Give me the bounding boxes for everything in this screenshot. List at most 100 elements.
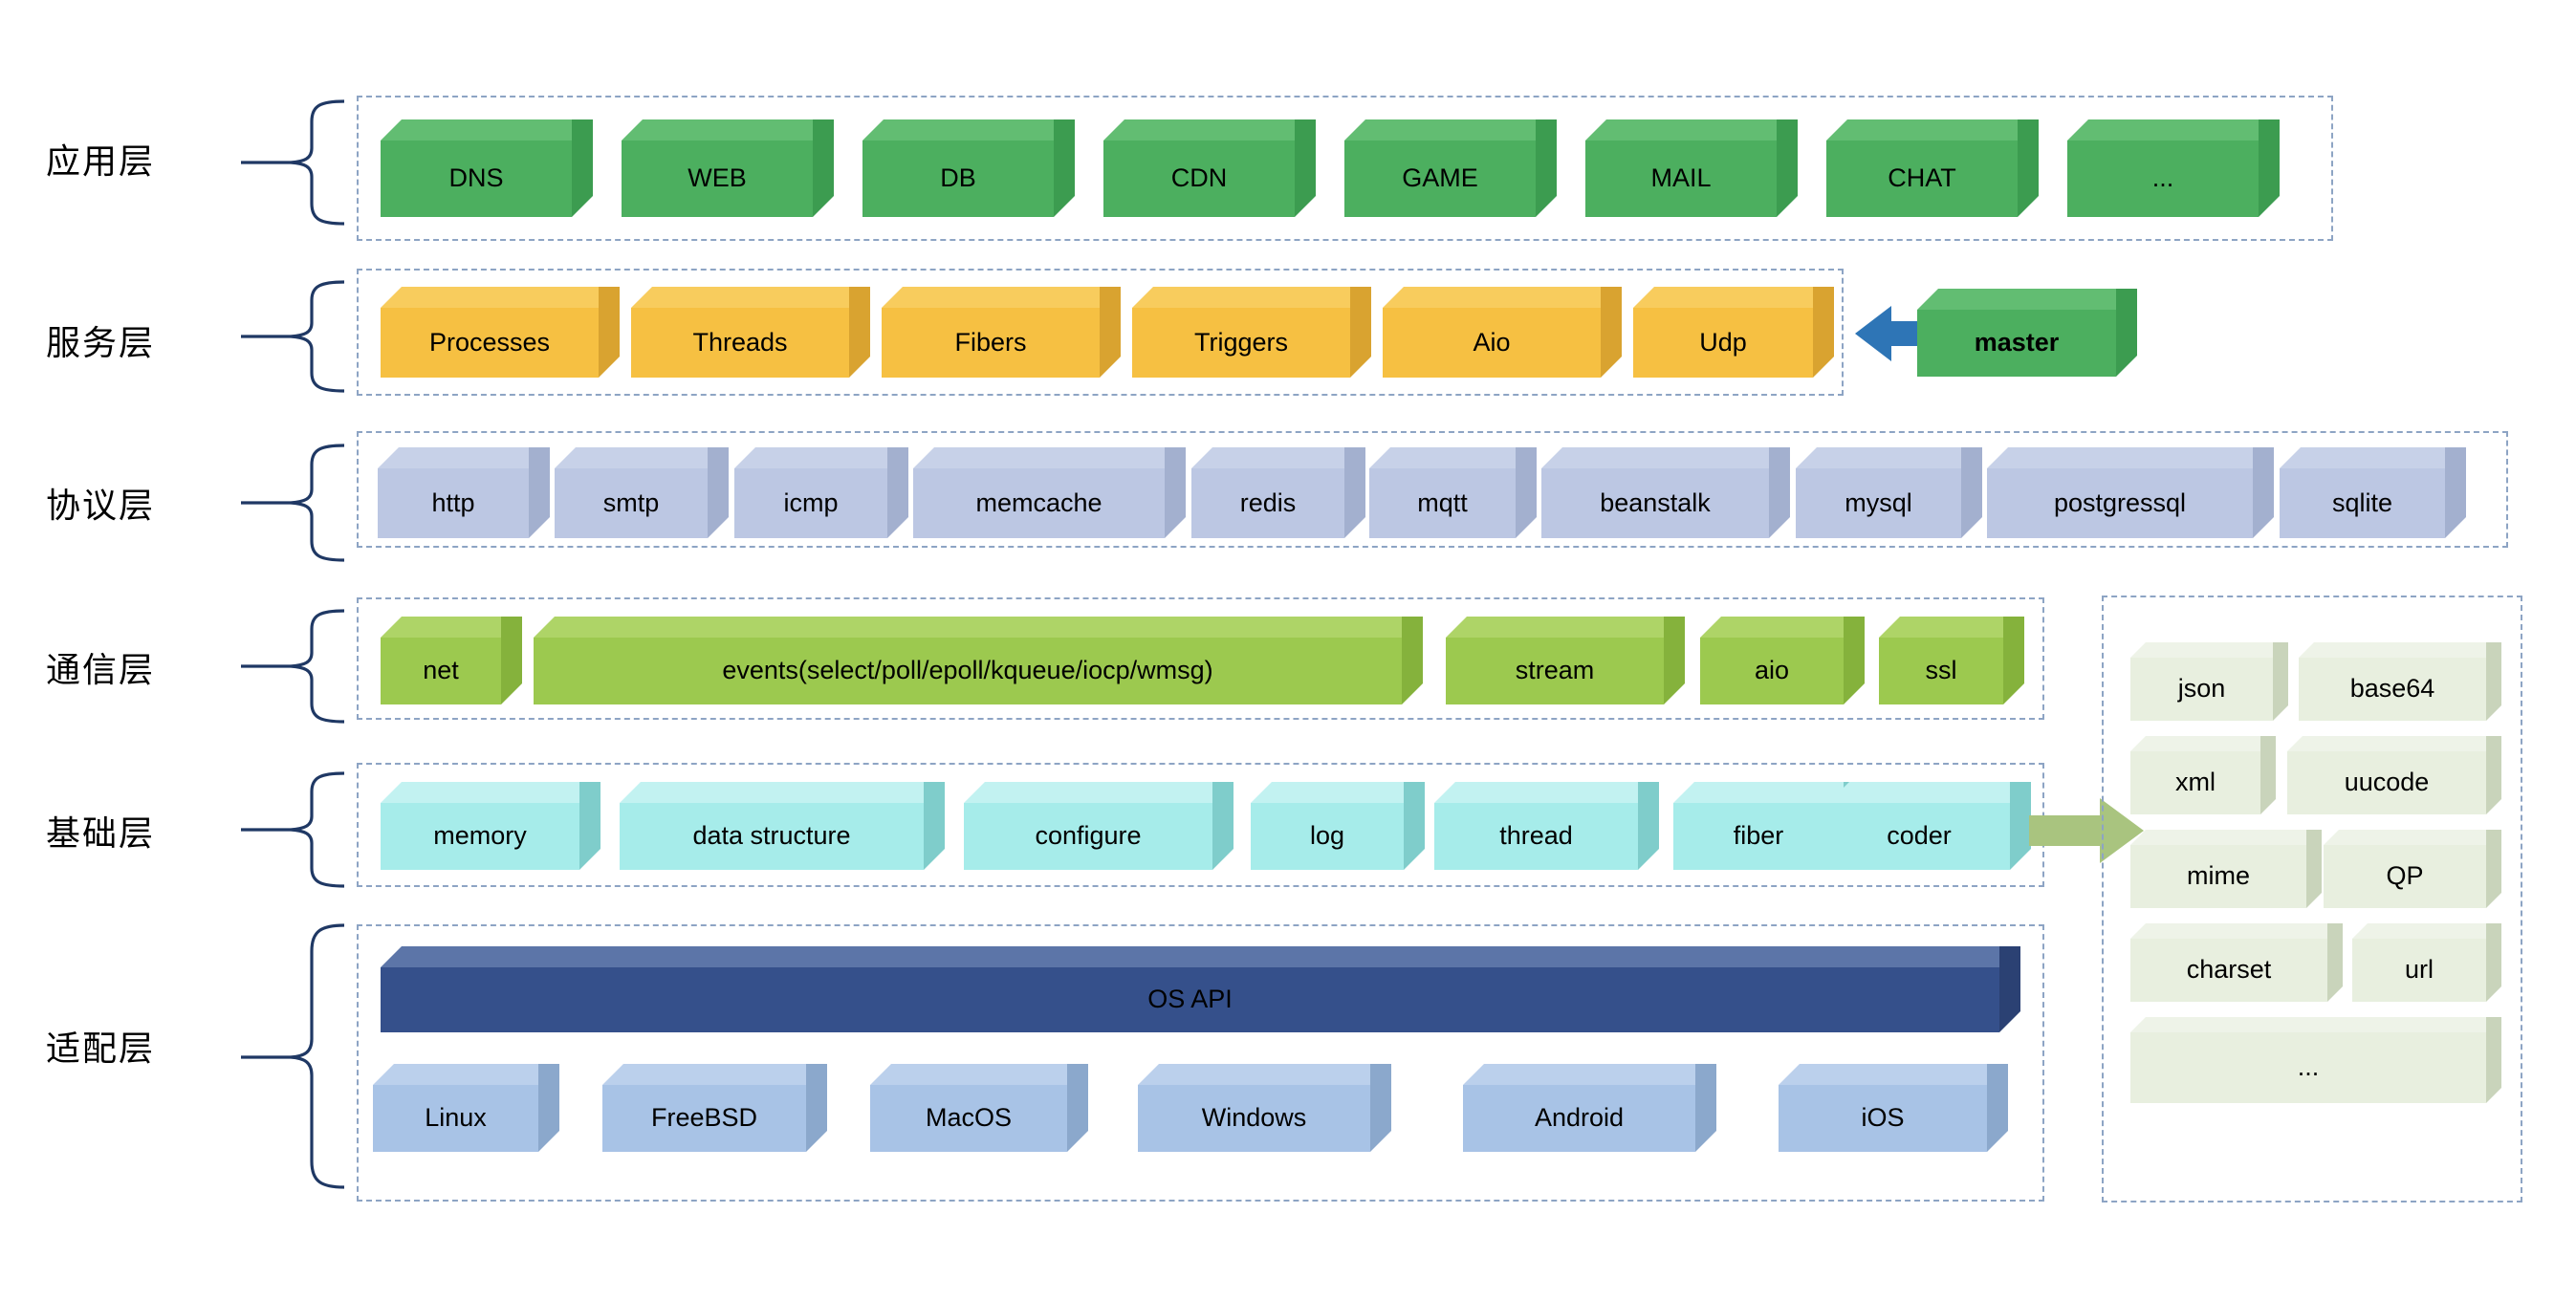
box-label: OS API (381, 967, 1999, 1032)
box-icmp[interactable]: icmp (734, 447, 908, 538)
box-triggers[interactable]: Triggers (1132, 287, 1371, 378)
box-log[interactable]: log (1251, 782, 1425, 870)
box-label: Udp (1633, 308, 1813, 378)
box-top-face (1541, 447, 1790, 468)
box-data-structure[interactable]: data structure (620, 782, 945, 870)
box-side-face (538, 1064, 559, 1152)
box-side-face (1999, 946, 2020, 1032)
box-app-more[interactable]: ... (2067, 119, 2280, 217)
box-threads[interactable]: Threads (631, 287, 870, 378)
layer-label-protocol: 协议层 (46, 486, 156, 525)
box-http[interactable]: http (378, 447, 550, 538)
box-side-face (2018, 119, 2039, 217)
box-label: memory (381, 803, 579, 870)
box-ios[interactable]: iOS (1779, 1064, 2008, 1152)
box-memory[interactable]: memory (381, 782, 600, 870)
box-stream[interactable]: stream (1446, 617, 1685, 704)
box-top-face (1633, 287, 1834, 308)
box-redis[interactable]: redis (1191, 447, 1365, 538)
box-game[interactable]: GAME (1344, 119, 1557, 217)
box-windows[interactable]: Windows (1138, 1064, 1391, 1152)
box-label: aio (1700, 638, 1844, 704)
box-label: Fibers (882, 308, 1100, 378)
box-top-face (2130, 642, 2288, 658)
box-top-face (882, 287, 1121, 308)
layer-label-application: 应用层 (46, 141, 156, 181)
box-label: CDN (1103, 141, 1295, 217)
box-json[interactable]: json (2130, 642, 2288, 721)
box-dns[interactable]: DNS (381, 119, 593, 217)
box-top-face (381, 287, 620, 308)
box-side-face (2003, 617, 2024, 704)
box-top-face (1369, 447, 1537, 468)
box-chat[interactable]: CHAT (1826, 119, 2039, 217)
box-coder[interactable]: coder (1828, 782, 2031, 870)
box-db[interactable]: DB (862, 119, 1075, 217)
box-memcache[interactable]: memcache (913, 447, 1186, 538)
box-top-face (381, 946, 2020, 967)
box-side-face (599, 287, 620, 378)
box-label: MAIL (1585, 141, 1777, 217)
box-beanstalk[interactable]: beanstalk (1541, 447, 1790, 538)
box-label: MacOS (870, 1085, 1067, 1152)
box-xml[interactable]: xml (2130, 736, 2276, 814)
box-top-face (1446, 617, 1685, 638)
box-top-face (913, 447, 1186, 468)
box-label: sqlite (2280, 468, 2445, 538)
box-url[interactable]: url (2352, 923, 2501, 1002)
box-configure[interactable]: configure (964, 782, 1233, 870)
box-label: fiber (1673, 803, 1844, 870)
box-master[interactable]: master (1917, 289, 2137, 377)
box-side-face (1404, 782, 1425, 870)
box-mqtt[interactable]: mqtt (1369, 447, 1537, 538)
box-os-api[interactable]: OS API (381, 946, 2020, 1032)
box-thread[interactable]: thread (1434, 782, 1659, 870)
box-label: beanstalk (1541, 468, 1769, 538)
box-freebsd[interactable]: FreeBSD (602, 1064, 827, 1152)
box-udp[interactable]: Udp (1633, 287, 1834, 378)
box-sqlite[interactable]: sqlite (2280, 447, 2466, 538)
architecture-diagram: 应用层 服务层 协议层 通信层 基础层 适配层 DNS WEB DB CDN G… (0, 0, 2576, 1300)
box-side-face (708, 447, 729, 538)
box-uucode[interactable]: uucode (2287, 736, 2501, 814)
box-android[interactable]: Android (1463, 1064, 1716, 1152)
box-top-face (381, 119, 593, 141)
box-top-face (381, 617, 522, 638)
box-top-face (964, 782, 1233, 803)
box-side-face (2010, 782, 2031, 870)
box-charset[interactable]: charset (2130, 923, 2343, 1002)
box-side-face (2486, 1017, 2501, 1103)
box-linux[interactable]: Linux (373, 1064, 559, 1152)
box-base64[interactable]: base64 (2299, 642, 2501, 721)
box-side-face (1344, 447, 1365, 538)
box-label: DB (862, 141, 1054, 217)
box-aio-service[interactable]: Aio (1383, 287, 1622, 378)
box-top-face (2324, 830, 2501, 845)
box-smtp[interactable]: smtp (555, 447, 729, 538)
box-mail[interactable]: MAIL (1585, 119, 1798, 217)
box-mysql[interactable]: mysql (1796, 447, 1982, 538)
box-top-face (620, 782, 945, 803)
box-macos[interactable]: MacOS (870, 1064, 1088, 1152)
box-top-face (2130, 830, 2322, 845)
box-mime[interactable]: mime (2130, 830, 2322, 908)
box-cdn[interactable]: CDN (1103, 119, 1316, 217)
box-net[interactable]: net (381, 617, 522, 704)
box-coder-more[interactable]: ... (2130, 1017, 2501, 1103)
box-web[interactable]: WEB (622, 119, 834, 217)
box-top-face (2130, 1017, 2501, 1032)
box-top-face (534, 617, 1423, 638)
layer-label-communication: 通信层 (46, 650, 156, 689)
box-processes[interactable]: Processes (381, 287, 620, 378)
box-fibers[interactable]: Fibers (882, 287, 1121, 378)
box-side-face (2260, 736, 2276, 814)
box-postgressql[interactable]: postgressql (1987, 447, 2274, 538)
box-label: GAME (1344, 141, 1536, 217)
box-events[interactable]: events(select/poll/epoll/kqueue/iocp/wms… (534, 617, 1423, 704)
box-side-face (1516, 447, 1537, 538)
box-ssl[interactable]: ssl (1879, 617, 2024, 704)
box-qp[interactable]: QP (2324, 830, 2501, 908)
box-top-face (373, 1064, 559, 1085)
box-label: QP (2324, 845, 2486, 908)
box-aio-comm[interactable]: aio (1700, 617, 1865, 704)
